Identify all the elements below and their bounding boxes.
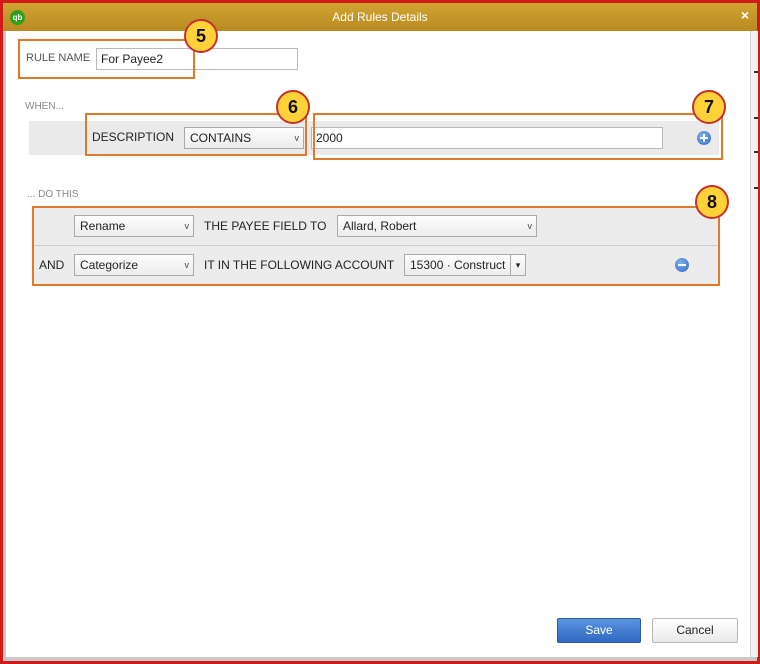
dialog-body: RULE NAME For Payee2 5 WHEN... DESCRIPTI… (6, 19, 750, 657)
strip-tick (754, 151, 758, 153)
strip-tick (754, 71, 758, 73)
when-heading: WHEN... (25, 101, 64, 112)
cancel-button[interactable]: Cancel (652, 618, 738, 643)
strip-tick (754, 117, 758, 119)
annotation-badge-6: 6 (276, 90, 310, 124)
annotation-badge-8: 8 (695, 185, 729, 219)
annotation-box-8 (32, 206, 720, 286)
save-button[interactable]: Save (557, 618, 641, 643)
strip-tick (754, 187, 758, 189)
annotation-box-5 (18, 39, 195, 79)
background-window-strip (750, 31, 758, 657)
title-bar: qb Add Rules Details × (3, 3, 757, 31)
annotation-box-6 (85, 113, 307, 156)
do-this-heading: ... DO THIS (27, 189, 79, 200)
annotation-badge-5: 5 (184, 19, 218, 53)
annotation-box-7 (313, 113, 723, 160)
window-title: Add Rules Details (332, 10, 428, 24)
annotation-badge-7: 7 (692, 90, 726, 124)
close-icon[interactable]: × (741, 7, 749, 23)
